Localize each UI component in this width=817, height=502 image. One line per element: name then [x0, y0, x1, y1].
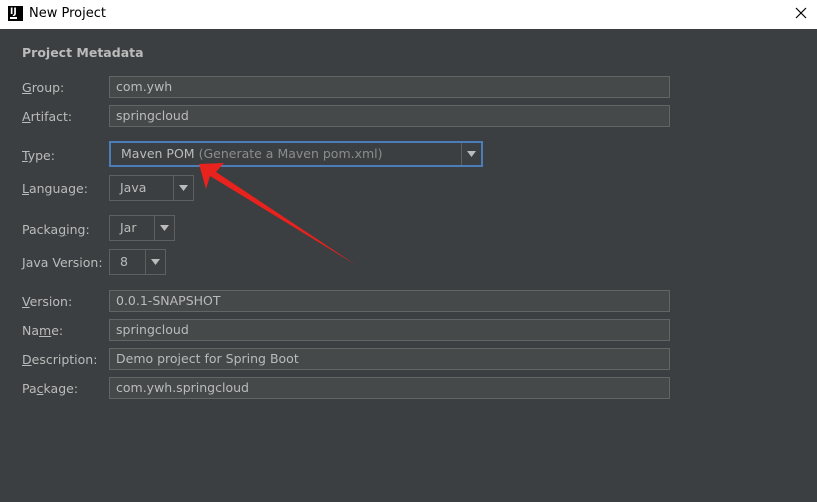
packaging-label-pre: Packa — [22, 222, 59, 237]
version-label: Version: — [22, 294, 72, 309]
package-label: Package: — [22, 381, 78, 396]
window-title: New Project — [29, 6, 106, 21]
package-label-text: kage: — [43, 381, 79, 396]
java-version-label: Java Version: — [22, 255, 103, 270]
description-label: Description: — [22, 352, 97, 367]
group-label-mnemonic: G — [22, 80, 32, 95]
packaging-dropdown[interactable]: Jar — [109, 215, 175, 241]
type-dropdown-hint: (Generate a Maven pom.xml) — [198, 146, 383, 161]
language-label-mnemonic: L — [22, 181, 29, 196]
group-label-text: roup: — [31, 80, 65, 95]
language-label-text: anguage: — [28, 181, 88, 196]
intellij-icon: IJ — [8, 6, 23, 21]
close-button[interactable] — [790, 4, 812, 24]
packaging-dropdown-arrow[interactable] — [154, 216, 174, 240]
chevron-down-icon — [151, 259, 160, 265]
section-title: Project Metadata — [22, 45, 144, 60]
language-dropdown-arrow[interactable] — [173, 176, 193, 200]
description-label-text: escription: — [31, 352, 98, 367]
type-dropdown-arrow[interactable] — [461, 143, 481, 165]
artifact-label-text: rtifact: — [30, 109, 73, 124]
chevron-down-icon — [467, 151, 476, 157]
java-version-dropdown[interactable]: 8 — [109, 249, 166, 275]
artifact-field[interactable]: springcloud — [109, 105, 670, 127]
language-label: Language: — [22, 181, 88, 196]
language-dropdown[interactable]: Java — [109, 175, 194, 201]
packaging-label-text: ing: — [66, 222, 90, 237]
packaging-dropdown-value: Jar — [120, 220, 137, 235]
group-label: Group: — [22, 80, 64, 95]
packaging-label: Packaging: — [22, 222, 90, 237]
name-field[interactable]: springcloud — [109, 319, 670, 341]
version-field[interactable]: 0.0.1-SNAPSHOT — [109, 290, 670, 312]
package-field[interactable]: com.ywh.springcloud — [109, 377, 670, 399]
name-label-mnemonic: m — [39, 323, 52, 338]
group-field[interactable]: com.ywh — [109, 76, 670, 98]
chevron-down-icon — [179, 185, 188, 191]
description-label-mnemonic: D — [22, 352, 32, 367]
name-label: Name: — [22, 323, 63, 338]
type-label-text: ype: — [27, 148, 55, 163]
package-label-mnemonic: c — [36, 381, 44, 396]
language-dropdown-value: Java — [120, 180, 147, 195]
name-label-pre: Na — [22, 323, 40, 338]
window-titlebar: IJ New Project — [0, 0, 817, 29]
version-label-text: ersion: — [29, 294, 73, 309]
java-version-dropdown-arrow[interactable] — [145, 250, 165, 274]
chevron-down-icon — [160, 225, 169, 231]
description-field[interactable]: Demo project for Spring Boot — [109, 348, 670, 370]
artifact-label: Artifact: — [22, 109, 72, 124]
java-version-label-text: ava Version: — [25, 255, 103, 270]
type-label: Type: — [22, 148, 55, 163]
close-icon — [795, 7, 807, 19]
packaging-label-mnemonic: g — [58, 222, 67, 237]
version-label-mnemonic: V — [22, 294, 30, 309]
artifact-label-mnemonic: A — [22, 109, 31, 124]
java-version-dropdown-value: 8 — [120, 254, 128, 269]
type-dropdown[interactable]: Maven POM (Generate a Maven pom.xml) — [109, 141, 483, 167]
app-icon-text: IJ — [10, 7, 17, 17]
type-dropdown-value: Maven POM — [121, 146, 195, 161]
package-label-pre: Pa — [22, 381, 37, 396]
name-label-text: e: — [51, 323, 64, 338]
